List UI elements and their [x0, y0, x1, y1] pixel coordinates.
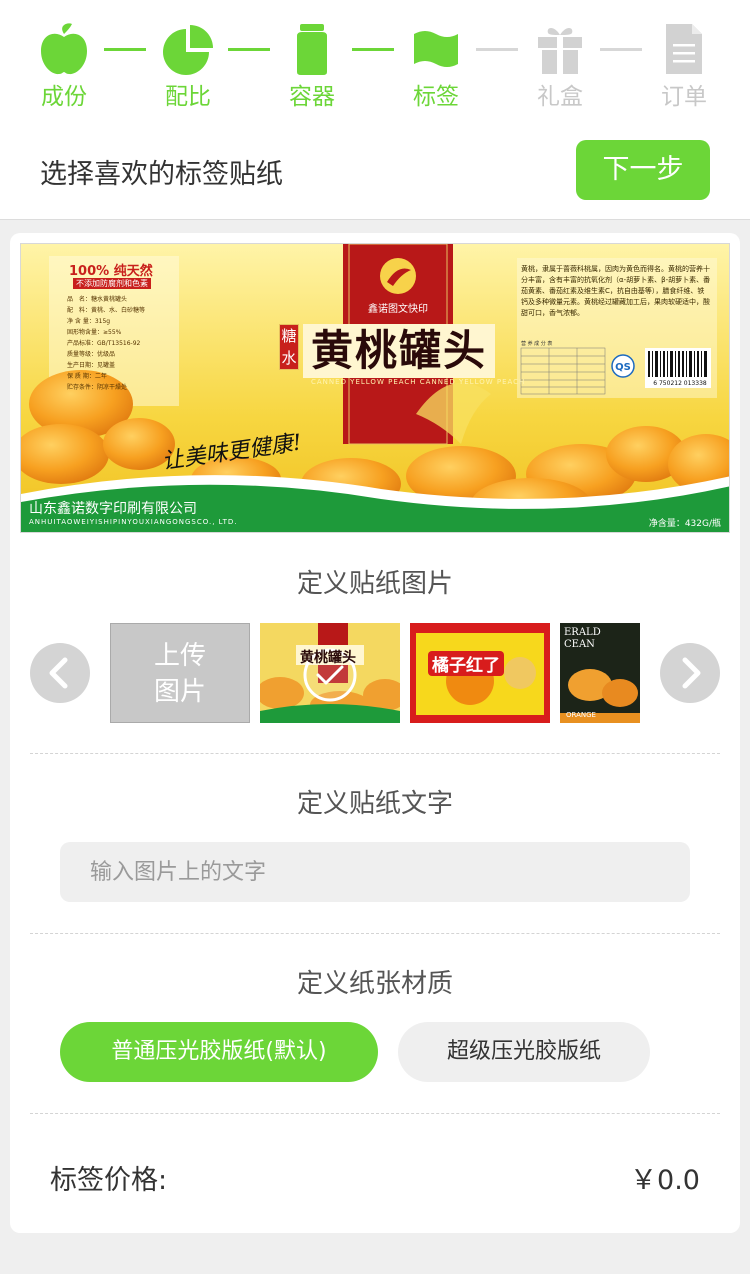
- apple-icon: [38, 22, 90, 76]
- step-label: 配比: [165, 84, 211, 110]
- spec-line: 固形物含量：≥55%: [67, 329, 122, 336]
- product-prefix: 糖水: [279, 324, 299, 370]
- divider: [30, 753, 720, 754]
- product-description: 黄桃，隶属于蔷薇科桃属，因肉为黄色而得名。黄桃的营养十分丰富，含有丰富的抗氧化剂…: [521, 265, 711, 317]
- sticker-thumbnail-orange-dark[interactable]: ERALD CEAN ORANGE: [560, 623, 640, 723]
- product-specs: 品 名：糖水黄桃罐头 配 料：黄桃、水、白砂糖等 净 含 量：315g 固形物含…: [67, 294, 177, 393]
- checkmark-icon: [316, 665, 344, 685]
- chevron-left-icon: [49, 657, 68, 689]
- prev-arrow-button[interactable]: [30, 643, 90, 703]
- step-connector: [476, 48, 518, 51]
- spec-line: 品 名：糖水黄桃罐头: [67, 296, 128, 303]
- divider: [30, 933, 720, 934]
- paper-option-standard[interactable]: 普通压光胶版纸(默认): [60, 1022, 378, 1082]
- label-preview: QS 100% 纯天然 不添加防腐剂和色素 品 名：糖水黄桃罐头 配 料：黄桃、…: [20, 243, 730, 533]
- step-label: 成份: [41, 84, 87, 110]
- sticker-text-input[interactable]: [60, 842, 690, 902]
- thumb-subtitle: ORANGE: [566, 711, 596, 719]
- step-connector: [352, 48, 394, 51]
- document-icon: [658, 22, 710, 76]
- product-english-name: CANNED YELLOW PEACH CANNED YELLOW PEACH: [311, 378, 526, 386]
- image-section-title: 定义贴纸图片: [296, 569, 453, 599]
- pie-chart-icon: [162, 22, 214, 76]
- spec-line: 贮存条件：阴凉干燥处: [67, 384, 128, 391]
- divider: [30, 1113, 720, 1114]
- thumb-title: 橘子红了: [428, 651, 504, 676]
- gift-icon: [534, 22, 586, 76]
- net-weight: 净含量：432G/瓶: [648, 519, 721, 529]
- step-giftbox[interactable]: 礼盒: [520, 22, 600, 112]
- thumb-title-line: ERALD: [564, 627, 601, 638]
- spec-line: 产品标准：GB/T13516-92: [67, 340, 141, 347]
- step-order[interactable]: 订单: [644, 22, 724, 112]
- next-step-button[interactable]: 下一步: [576, 140, 710, 200]
- spec-line: 质量等级：优级品: [67, 351, 116, 358]
- header: 成份 配比 容器 标签 礼盒 订单 选择喜欢的标签贴纸 下一步: [0, 0, 750, 220]
- spec-line: 保 质 期：二年: [67, 373, 107, 380]
- step-label: 容器: [289, 84, 335, 110]
- text-section-title: 定义贴纸文字: [296, 789, 453, 819]
- chevron-right-icon: [682, 657, 701, 689]
- jar-icon: [286, 22, 338, 76]
- page-title: 选择喜欢的标签贴纸: [40, 159, 283, 190]
- step-ratio[interactable]: 配比: [148, 22, 228, 112]
- company-name: 山东鑫诺数字印刷有限公司: [29, 501, 197, 517]
- thumb-product-name: 黄桃罐头: [300, 650, 356, 666]
- step-label-tab[interactable]: 标签: [396, 22, 476, 112]
- sticker-thumbnail-orange-red[interactable]: 橘子红了: [410, 623, 550, 723]
- thumb-title-line: CEAN: [564, 639, 595, 650]
- label-customizer-card: QS 100% 纯天然 不添加防腐剂和色素 品 名：糖水黄桃罐头 配 料：黄桃、…: [10, 233, 740, 1233]
- brand-name: 鑫诺图文快印: [368, 304, 428, 315]
- next-arrow-button[interactable]: [660, 643, 720, 703]
- spec-line: 配 料：黄桃、水、白砂糖等: [67, 307, 146, 314]
- thumb-title: ERALD CEAN: [564, 627, 601, 651]
- company-english-name: ANHUITAOWEIYISHIPINYOUXIANGONGSCO., LTD.: [29, 518, 238, 526]
- upload-label-line2: 图片: [153, 677, 206, 707]
- upload-image-button[interactable]: 上传 图片: [110, 623, 250, 723]
- natural-badge: 100% 纯天然: [69, 264, 153, 279]
- natural-subtext: 不添加防腐剂和色素: [73, 278, 151, 289]
- step-connector: [600, 48, 642, 51]
- flag-icon: [410, 22, 462, 76]
- step-connector: [228, 48, 270, 51]
- step-container[interactable]: 容器: [272, 22, 352, 112]
- barcode-number: 6 750212 013338: [653, 380, 707, 387]
- nutrition-title: 营 养 成 分 表: [521, 341, 553, 347]
- sticker-thumbnail-peach[interactable]: 黄桃罐头: [260, 623, 400, 723]
- step-connector: [104, 48, 146, 51]
- upload-label-line1: 上传: [153, 641, 206, 671]
- paper-option-super[interactable]: 超级压光胶版纸: [398, 1022, 650, 1082]
- product-name: 黄桃罐头: [303, 324, 496, 378]
- step-label: 订单: [661, 84, 707, 110]
- svg-text:QS: QS: [615, 362, 631, 373]
- step-label: 标签: [413, 84, 459, 110]
- spec-line: 生产日期：见罐盖: [67, 362, 116, 369]
- spec-line: 净 含 量：315g: [67, 318, 111, 325]
- step-label: 礼盒: [537, 84, 583, 110]
- price-label: 标签价格:: [50, 1165, 168, 1196]
- step-ingredients[interactable]: 成份: [24, 22, 104, 112]
- price-value: ￥0.0: [630, 1165, 700, 1196]
- paper-section-title: 定义纸张材质: [296, 969, 453, 999]
